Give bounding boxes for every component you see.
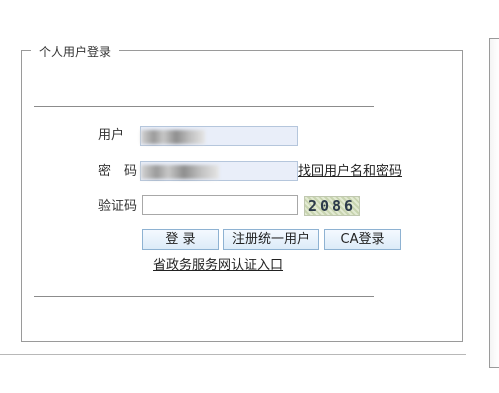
- password-label: 密 码: [98, 164, 138, 179]
- captcha-field[interactable]: [142, 195, 298, 215]
- panel-title: 个人用户登录: [31, 44, 120, 60]
- username-value-redacted: [141, 130, 205, 144]
- captcha-image[interactable]: 2086: [304, 196, 360, 216]
- password-field[interactable]: [140, 161, 298, 181]
- recover-credentials-link[interactable]: 找回用户名和密码: [298, 163, 402, 181]
- ca-login-button[interactable]: CA登录: [324, 229, 401, 250]
- username-label: 用户: [98, 128, 125, 143]
- password-value-redacted: [141, 165, 219, 179]
- username-field[interactable]: [140, 126, 298, 146]
- register-button[interactable]: 注册统一用户: [223, 229, 319, 250]
- top-divider: [34, 106, 374, 107]
- bottom-divider: [34, 296, 374, 297]
- captcha-label: 验证码: [98, 199, 138, 214]
- login-button[interactable]: 登 录: [142, 229, 219, 250]
- side-panel-edge: [489, 38, 499, 368]
- gov-portal-link[interactable]: 省政务服务网认证入口: [153, 257, 283, 275]
- page-divider: [0, 354, 466, 355]
